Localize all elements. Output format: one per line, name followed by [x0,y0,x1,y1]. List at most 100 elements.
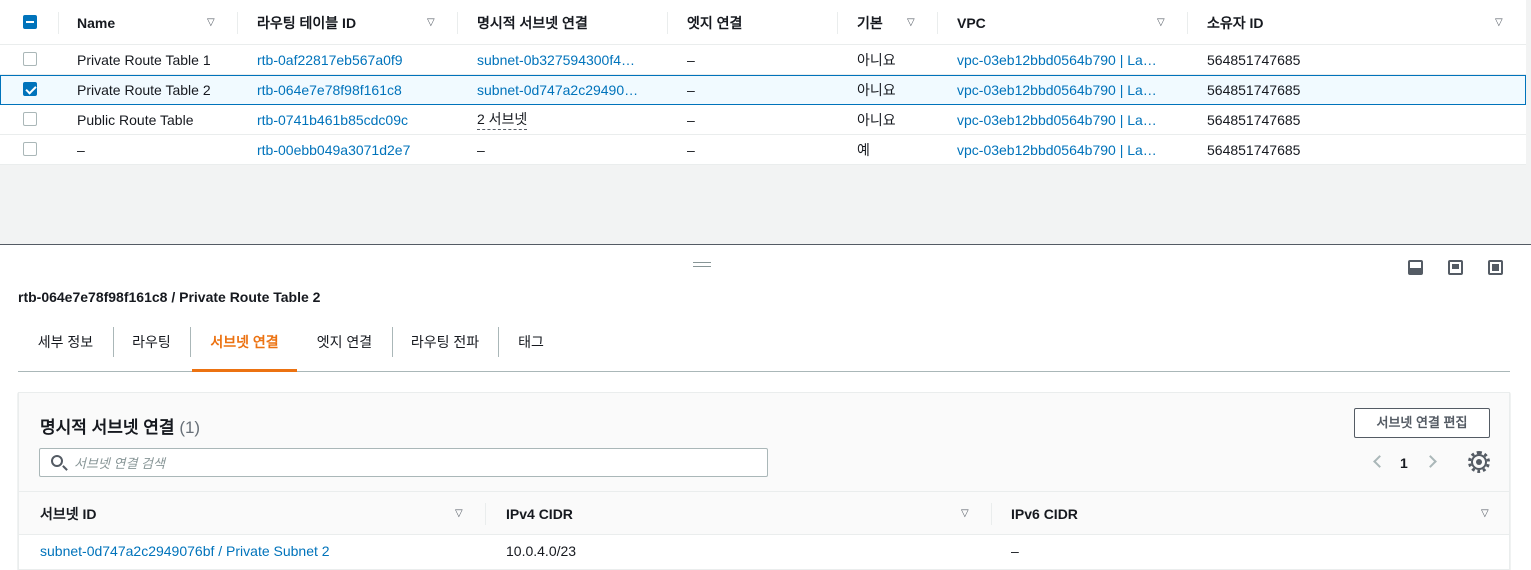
table-header: Name ▽ 라우팅 테이블 ID ▽ 명시적 서브넷 연결 엣지 연결 기본 … [0,0,1526,45]
row-checkbox[interactable] [23,52,37,66]
container-title-text: 명시적 서브넷 연결 [40,418,175,437]
tab-details[interactable]: 세부 정보 [18,320,113,372]
column-header-route-table-id[interactable]: 라우팅 테이블 ID ▽ [257,0,457,45]
column-label: IPv4 CIDR [506,506,573,522]
subnet-link[interactable]: subnet-0b327594300f4… [477,45,657,75]
resize-handle[interactable] [693,262,711,267]
subnet-table-header: 서브넷 ID ▽ IPv4 CIDR ▽ IPv6 CIDR ▽ [19,491,1509,535]
column-label: 기본 [857,14,883,31]
row-checkbox[interactable] [23,82,37,96]
column-label: 서브넷 ID [40,506,97,522]
route-table-id-link[interactable]: rtb-00ebb049a3071d2e7 [257,135,447,165]
column-divider [457,12,458,34]
row-checkbox[interactable] [23,112,37,126]
page-number[interactable]: 1 [1400,455,1408,471]
table-row[interactable]: Public Route Table rtb-0741b461b85cdc09c… [0,105,1526,135]
column-header-name[interactable]: Name ▽ [77,0,237,45]
detail-tabs: 세부 정보 라우팅 서브넷 연결 엣지 연결 라우팅 전파 태그 [18,320,1510,372]
route-table-name: – [77,142,85,158]
select-all-checkbox[interactable] [23,15,37,29]
column-header-explicit-subnet[interactable]: 명시적 서브넷 연결 [477,0,667,45]
edge-value: – [687,82,695,98]
tab-route-propagation[interactable]: 라우팅 전파 [392,320,498,372]
subnet-count-popover[interactable]: 2 서브넷 [477,110,528,130]
route-table-name: Private Route Table 1 [77,52,211,68]
owner-id: 564851747685 [1207,142,1301,158]
ipv4-cidr: 10.0.4.0/23 [506,543,577,559]
edge-value: – [687,52,695,68]
subnet-associations-container: 명시적 서브넷 연결 (1) 서브넷 연결 편집 1 서브넷 ID ▽ IPv4… [18,392,1510,570]
vpc-link[interactable]: vpc-03eb12bbd0564b790 | La… [957,45,1177,75]
sort-icon: ▽ [207,17,215,28]
main-value: 아니요 [857,112,896,128]
table-row[interactable]: subnet-0d747a2c2949076bf / Private Subne… [19,536,1509,566]
column-divider [485,503,486,525]
column-header-vpc[interactable]: VPC ▽ [957,0,1187,45]
column-divider [237,12,238,34]
edge-value: – [687,142,695,158]
route-tables-table: Name ▽ 라우팅 테이블 ID ▽ 명시적 서브넷 연결 엣지 연결 기본 … [0,0,1531,245]
chevron-right-icon[interactable] [1424,455,1437,468]
search-field[interactable] [39,448,768,477]
sort-icon: ▽ [455,508,463,519]
edit-subnet-associations-button[interactable]: 서브넷 연결 편집 [1354,408,1490,438]
column-divider [667,12,668,34]
sort-icon: ▽ [427,17,435,28]
table-row[interactable]: – rtb-00ebb049a3071d2e7 – – 예 vpc-03eb12… [0,135,1526,165]
sort-icon: ▽ [1495,17,1503,28]
vpc-link[interactable]: vpc-03eb12bbd0564b790 | La… [957,105,1177,135]
main-value: 아니요 [857,52,896,68]
column-divider [991,503,992,525]
container-header: 명시적 서브넷 연결 (1) 서브넷 연결 편집 1 [19,393,1509,491]
route-table-id-link[interactable]: rtb-064e7e78f98f161c8 [257,75,447,105]
settings-gear-core [1471,454,1487,470]
sort-icon: ▽ [961,508,969,519]
chevron-left-icon[interactable] [1373,455,1386,468]
panel-side-icon[interactable] [1448,260,1463,275]
tab-routes[interactable]: 라우팅 [113,320,190,372]
main-value: 예 [857,142,870,158]
column-divider [837,12,838,34]
owner-id: 564851747685 [1207,112,1301,128]
route-table-name: Private Route Table 2 [77,82,211,98]
route-table-name: Public Route Table [77,112,194,128]
tab-subnet-associations[interactable]: 서브넷 연결 [192,320,297,372]
column-label: 소유자 ID [1207,14,1264,31]
panel-bottom-icon[interactable] [1408,260,1423,275]
column-header-ipv4[interactable]: IPv4 CIDR [506,492,573,536]
panel-full-icon[interactable] [1488,260,1503,275]
tab-edge-associations[interactable]: 엣지 연결 [297,320,392,372]
ipv6-cidr: – [1011,543,1019,559]
column-label: IPv6 CIDR [1011,506,1078,522]
vpc-link[interactable]: vpc-03eb12bbd0564b790 | La… [957,135,1177,165]
column-label: VPC [957,14,986,31]
column-header-edge[interactable]: 엣지 연결 [687,0,837,45]
tab-separator [190,327,191,357]
column-label: Name [77,14,116,31]
column-divider [58,12,59,34]
column-divider [937,12,938,34]
container-count: (1) [179,418,201,437]
column-header-main[interactable]: 기본 ▽ [857,0,937,45]
column-label: 엣지 연결 [687,14,743,31]
subnet-id-link[interactable]: subnet-0d747a2c2949076bf / Private Subne… [40,536,330,566]
owner-id: 564851747685 [1207,52,1301,68]
owner-id: 564851747685 [1207,82,1301,98]
route-table-id-link[interactable]: rtb-0741b461b85cdc09c [257,105,447,135]
column-header-subnet-id[interactable]: 서브넷 ID [40,492,97,536]
subnet-value: – [477,142,485,158]
container-title: 명시적 서브넷 연결 (1) [40,413,200,438]
subnet-link[interactable]: subnet-0d747a2c29490… [477,75,657,105]
row-checkbox[interactable] [23,142,37,156]
sort-icon: ▽ [1481,508,1489,519]
vpc-link[interactable]: vpc-03eb12bbd0564b790 | La… [957,75,1177,105]
search-icon [51,455,63,467]
column-label: 라우팅 테이블 ID [257,14,357,31]
route-table-id-link[interactable]: rtb-0af22817eb567a0f9 [257,45,447,75]
table-row-selected[interactable]: Private Route Table 2 rtb-064e7e78f98f16… [0,75,1526,105]
table-row[interactable]: Private Route Table 1 rtb-0af22817eb567a… [0,45,1526,75]
tab-tags[interactable]: 태그 [498,320,564,372]
column-header-ipv6[interactable]: IPv6 CIDR [1011,492,1078,536]
column-header-owner[interactable]: 소유자 ID ▽ [1207,0,1517,45]
search-input[interactable] [74,453,754,473]
